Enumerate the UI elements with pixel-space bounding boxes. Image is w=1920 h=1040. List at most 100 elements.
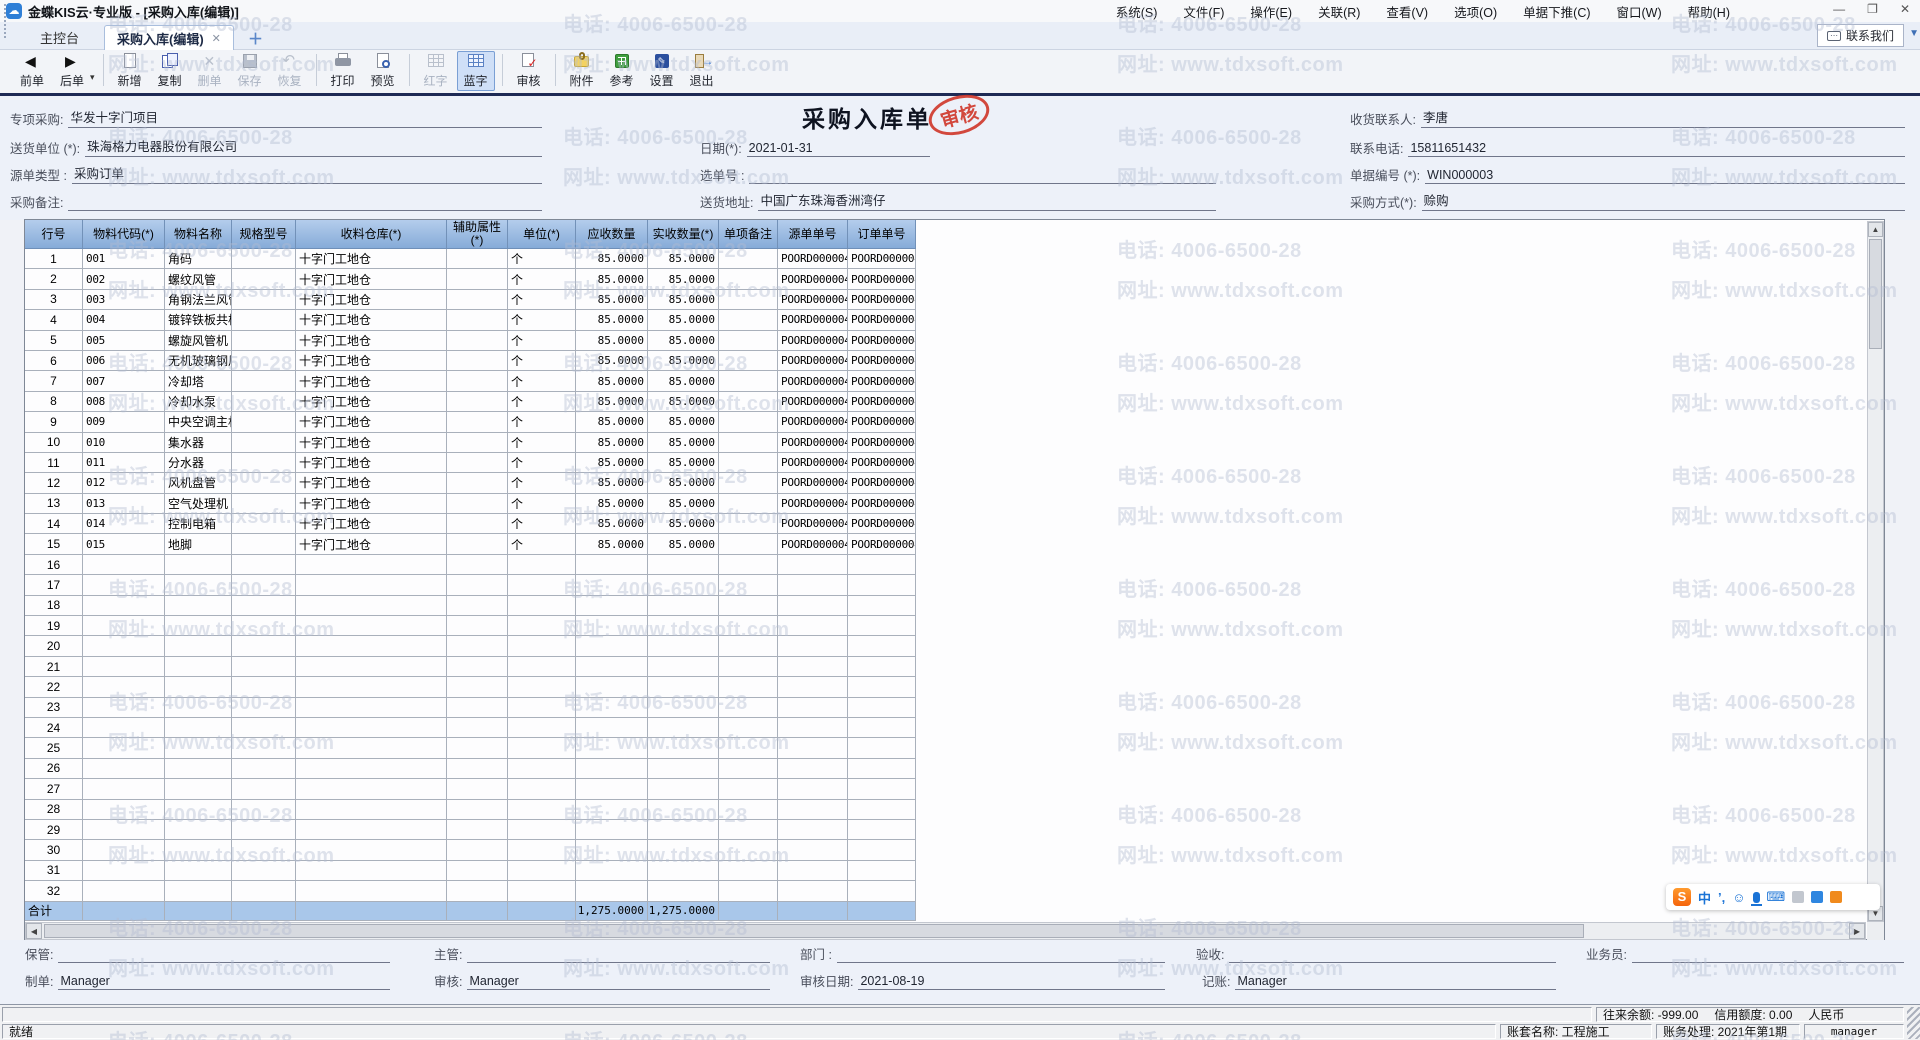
menu-item[interactable]: 关联(R) xyxy=(1318,2,1360,21)
table-cell-code[interactable]: 015 xyxy=(83,534,165,554)
table-cell-remark[interactable] xyxy=(719,433,778,453)
table-cell-qty_received[interactable] xyxy=(648,840,719,860)
department-input[interactable] xyxy=(837,961,1165,963)
table-cell-qty_due[interactable] xyxy=(576,555,648,575)
table-cell-order_no[interactable]: POORD000004 xyxy=(848,331,916,351)
table-cell-remark[interactable] xyxy=(719,718,778,738)
table-cell-qty_due[interactable] xyxy=(576,596,648,616)
table-cell-name[interactable]: 无机玻璃钢风管 xyxy=(165,351,232,371)
table-cell-source_no[interactable]: POORD000004 xyxy=(778,249,848,269)
table-cell-remark[interactable] xyxy=(719,392,778,412)
table-cell-warehouse[interactable] xyxy=(296,840,447,860)
table-cell-unit[interactable]: 个 xyxy=(508,310,576,330)
table-cell-aux[interactable] xyxy=(447,310,508,330)
table-cell-spec[interactable] xyxy=(232,718,296,738)
audit-date-input[interactable]: 2021-08-19 xyxy=(858,974,1165,990)
table-cell-qty_received[interactable]: 85.0000 xyxy=(648,392,719,412)
menu-item[interactable]: 操作(E) xyxy=(1250,2,1292,21)
table-cell-code[interactable] xyxy=(83,575,165,595)
table-cell-no[interactable]: 24 xyxy=(25,718,83,738)
table-cell-spec[interactable] xyxy=(232,800,296,820)
table-cell-unit[interactable] xyxy=(508,840,576,860)
column-header[interactable]: 订单单号 xyxy=(848,220,916,249)
table-cell-order_no[interactable] xyxy=(848,881,916,901)
table-cell-spec[interactable] xyxy=(232,269,296,289)
table-cell-no[interactable]: 7 xyxy=(25,371,83,391)
table-cell-aux[interactable] xyxy=(447,351,508,371)
table-cell-code[interactable] xyxy=(83,616,165,636)
toolbar-button-copy[interactable]: 复制 xyxy=(151,51,189,91)
column-header[interactable]: 应收数量 xyxy=(576,220,648,249)
table-cell-aux[interactable] xyxy=(447,331,508,351)
vertical-scroll-thumb[interactable] xyxy=(1869,239,1882,349)
table-cell-order_no[interactable] xyxy=(848,800,916,820)
table-cell-aux[interactable] xyxy=(447,249,508,269)
table-cell-no[interactable]: 32 xyxy=(25,881,83,901)
table-cell-code[interactable]: 004 xyxy=(83,310,165,330)
table-cell-no[interactable]: 27 xyxy=(25,779,83,799)
table-cell-source_no[interactable] xyxy=(778,596,848,616)
table-cell-aux[interactable] xyxy=(447,412,508,432)
table-cell-spec[interactable] xyxy=(232,840,296,860)
date-input[interactable]: 2021-01-31 xyxy=(747,141,930,157)
table-cell-unit[interactable]: 个 xyxy=(508,331,576,351)
table-cell-remark[interactable] xyxy=(719,596,778,616)
inspector-input[interactable] xyxy=(1229,961,1556,963)
table-cell-source_no[interactable]: POORD000004 xyxy=(778,433,848,453)
column-header[interactable]: 收料仓库(*) xyxy=(296,220,447,249)
table-cell-qty_received[interactable] xyxy=(648,636,719,656)
table-cell-unit[interactable]: 个 xyxy=(508,433,576,453)
table-cell-order_no[interactable]: POORD000004 xyxy=(848,534,916,554)
table-cell-qty_due[interactable] xyxy=(576,779,648,799)
table-cell-remark[interactable] xyxy=(719,473,778,493)
table-cell-source_no[interactable]: POORD000004 xyxy=(778,290,848,310)
table-cell-qty_due[interactable]: 85.0000 xyxy=(576,269,648,289)
table-cell-qty_received[interactable] xyxy=(648,779,719,799)
table-cell-name[interactable] xyxy=(165,596,232,616)
table-cell-code[interactable]: 011 xyxy=(83,453,165,473)
table-cell-remark[interactable] xyxy=(719,677,778,697)
table-cell-remark[interactable] xyxy=(719,331,778,351)
table-cell-aux[interactable] xyxy=(447,433,508,453)
table-cell-name[interactable]: 空气处理机 xyxy=(165,494,232,514)
table-cell-order_no[interactable]: POORD000004 xyxy=(848,412,916,432)
table-cell-qty_due[interactable] xyxy=(576,677,648,697)
table-cell-name[interactable] xyxy=(165,738,232,758)
table-cell-qty_due[interactable]: 85.0000 xyxy=(576,534,648,554)
column-header[interactable]: 实收数量(*) xyxy=(648,220,719,249)
table-cell-warehouse[interactable] xyxy=(296,636,447,656)
table-cell-aux[interactable] xyxy=(447,657,508,677)
table-cell-warehouse[interactable] xyxy=(296,881,447,901)
table-cell-unit[interactable] xyxy=(508,575,576,595)
special-purchase-input[interactable]: 华发十字门项目 xyxy=(68,107,542,128)
table-cell-remark[interactable] xyxy=(719,861,778,881)
table-cell-code[interactable]: 007 xyxy=(83,371,165,391)
table-cell-aux[interactable] xyxy=(447,677,508,697)
table-cell-source_no[interactable]: POORD000004 xyxy=(778,269,848,289)
toolbar-button-next[interactable]: ▶后单 xyxy=(53,51,91,91)
salesman-input[interactable] xyxy=(1632,961,1904,963)
table-cell-order_no[interactable]: POORD000004 xyxy=(848,453,916,473)
table-cell-unit[interactable]: 个 xyxy=(508,534,576,554)
table-cell-spec[interactable] xyxy=(232,759,296,779)
table-cell-spec[interactable] xyxy=(232,433,296,453)
table-cell-order_no[interactable] xyxy=(848,738,916,758)
table-cell-code[interactable] xyxy=(83,881,165,901)
table-cell-remark[interactable] xyxy=(719,779,778,799)
table-cell-unit[interactable]: 个 xyxy=(508,453,576,473)
table-cell-aux[interactable] xyxy=(447,698,508,718)
table-cell-aux[interactable] xyxy=(447,269,508,289)
table-cell-code[interactable]: 013 xyxy=(83,494,165,514)
table-cell-warehouse[interactable] xyxy=(296,698,447,718)
table-cell-spec[interactable] xyxy=(232,820,296,840)
table-cell-remark[interactable] xyxy=(719,514,778,534)
table-cell-code[interactable]: 014 xyxy=(83,514,165,534)
keeper-input[interactable] xyxy=(58,961,390,963)
toolbar-dropdown-caret-icon[interactable]: ▾ xyxy=(90,72,95,83)
table-cell-qty_due[interactable]: 85.0000 xyxy=(576,473,648,493)
table-cell-name[interactable] xyxy=(165,820,232,840)
table-cell-aux[interactable] xyxy=(447,840,508,860)
table-cell-warehouse[interactable]: 十字门工地仓 xyxy=(296,534,447,554)
table-cell-order_no[interactable] xyxy=(848,840,916,860)
emoji-icon[interactable]: ☺ xyxy=(1732,890,1745,905)
